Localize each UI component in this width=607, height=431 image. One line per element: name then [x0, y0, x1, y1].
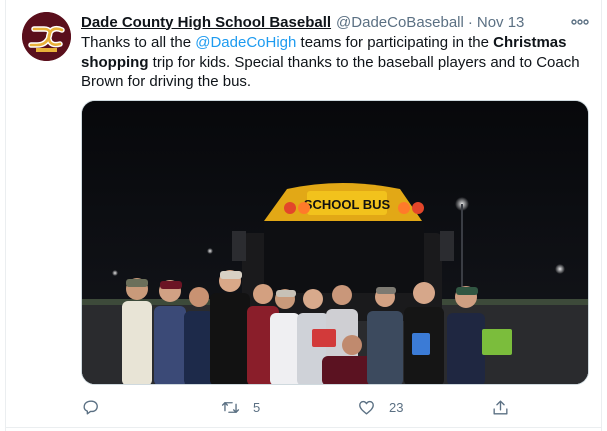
share-button[interactable]: [491, 396, 510, 418]
tweet-actions: 5 23: [81, 396, 521, 418]
school-bus-photo: SCHOOL BUS: [82, 101, 588, 384]
retweet-count: 5: [253, 399, 261, 415]
tweet-photo[interactable]: SCHOOL BUS: [81, 100, 589, 385]
tweet-text: Thanks to all the @DadeCoHigh teams for …: [81, 33, 591, 92]
heart-icon: [359, 400, 374, 415]
tweet-text-part: Thanks to all the: [81, 34, 196, 51]
avatar[interactable]: [22, 12, 71, 61]
share-icon: [493, 399, 508, 415]
tweet-text-part: teams for participating in the: [296, 34, 494, 51]
dade-county-logo: [22, 12, 71, 61]
more-options-button[interactable]: [568, 12, 592, 32]
display-name[interactable]: Dade County High School Baseball: [81, 14, 331, 31]
reply-icon: [83, 399, 98, 415]
like-count: 23: [389, 399, 404, 415]
like-button[interactable]: 23: [357, 396, 403, 418]
retweet-icon: [221, 401, 240, 413]
retweet-button[interactable]: 5: [221, 396, 260, 418]
user-handle[interactable]: @DadeCoBaseball: [336, 14, 464, 31]
tweet-card[interactable]: Dade County High School Baseball @DadeCo…: [5, 0, 602, 431]
bus-sign-text: SCHOOL BUS: [304, 197, 391, 212]
timestamp[interactable]: Nov 13: [477, 14, 525, 31]
more-horizontal-icon: [571, 19, 589, 25]
separator-dot: ·: [467, 13, 473, 31]
reply-button[interactable]: [81, 396, 113, 418]
tweet-header: Dade County High School Baseball @DadeCo…: [81, 12, 561, 32]
tweet-text-part: trip for kids. Special thanks to the bas…: [81, 53, 580, 91]
divider: [6, 427, 601, 428]
mention-link[interactable]: @DadeCoHigh: [195, 34, 296, 51]
